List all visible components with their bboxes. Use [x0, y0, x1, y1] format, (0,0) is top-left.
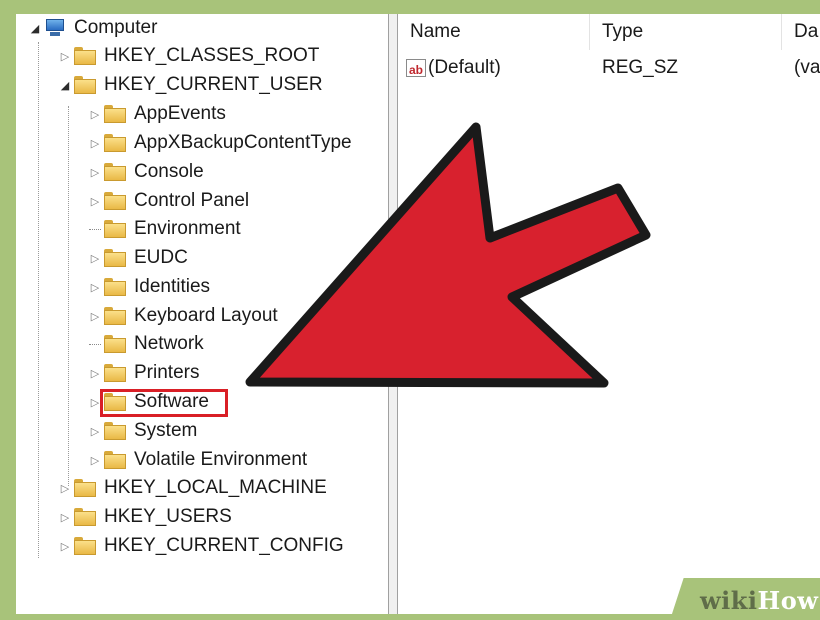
folder-icon — [104, 451, 126, 469]
watermark-wiki: wiki — [700, 586, 758, 615]
folder-icon — [104, 278, 126, 296]
tree-node-hkey-classes-root[interactable]: ▷ HKEY_CLASSES_ROOT — [58, 42, 320, 70]
watermark-how: How — [757, 586, 819, 615]
software-highlight-box — [100, 389, 228, 417]
values-list-pane[interactable]: Name Type Da ab (Default) REG_SZ (va — [398, 14, 820, 614]
folder-icon — [104, 105, 126, 123]
folder-icon — [74, 76, 96, 94]
tree-node-label: Keyboard Layout — [134, 305, 278, 326]
expand-arrow-icon[interactable]: ▷ — [88, 129, 102, 157]
tree-node-label: AppEvents — [134, 103, 226, 124]
pane-splitter[interactable] — [388, 14, 398, 614]
folder-icon — [104, 364, 126, 382]
value-name: (Default) — [428, 57, 501, 78]
expand-arrow-icon[interactable]: ▷ — [58, 532, 72, 560]
expand-arrow-icon[interactable]: ▷ — [88, 359, 102, 387]
value-data: (va — [794, 57, 820, 78]
tree-node-label: Volatile Environment — [134, 449, 308, 470]
collapse-arrow-icon[interactable]: ◢ — [28, 14, 42, 42]
value-data-cell: (va — [794, 54, 820, 82]
folder-icon — [104, 163, 126, 181]
tree-connector — [88, 215, 102, 243]
registry-tree-pane[interactable]: ◢ Computer ▷ HKEY_CLASSES_ROOT ◢ HKEY_CU… — [16, 14, 388, 614]
tree-guide-line — [38, 42, 39, 558]
expand-arrow-icon[interactable]: ▷ — [58, 474, 72, 502]
tree-node-label: System — [134, 420, 198, 441]
tree-node-control-panel[interactable]: ▷ Control Panel — [88, 187, 249, 215]
tree-node-label: HKEY_CURRENT_USER — [104, 74, 323, 95]
tree-node-console[interactable]: ▷ Console — [88, 158, 204, 186]
tree-node-hkey-current-user[interactable]: ◢ HKEY_CURRENT_USER — [58, 71, 323, 99]
column-header-type[interactable]: Type — [590, 14, 782, 50]
expand-arrow-icon[interactable]: ▷ — [88, 244, 102, 272]
tree-node-hkey-users[interactable]: ▷ HKEY_USERS — [58, 503, 232, 531]
expand-arrow-icon[interactable]: ▷ — [58, 42, 72, 70]
column-header-name[interactable]: Name — [398, 14, 590, 50]
tree-node-hkey-local-machine[interactable]: ▷ HKEY_LOCAL_MACHINE — [58, 474, 327, 502]
tree-node-label: Identities — [134, 276, 211, 297]
tree-node-printers[interactable]: ▷ Printers — [88, 359, 200, 387]
folder-icon — [104, 192, 126, 210]
tree-node-label: Console — [134, 161, 204, 182]
value-type: REG_SZ — [602, 57, 679, 78]
tree-node-label: AppXBackupContentType — [134, 132, 352, 153]
wikihow-watermark: wikiHow — [700, 586, 818, 615]
collapse-arrow-icon[interactable]: ◢ — [58, 71, 72, 99]
tree-node-network[interactable]: Network — [88, 330, 204, 358]
tree-node-appxbackupcontenttype[interactable]: ▷ AppXBackupContentType — [88, 129, 352, 157]
folder-icon — [104, 220, 126, 238]
tree-node-label: Network — [134, 333, 204, 354]
tree-node-keyboard-layout[interactable]: ▷ Keyboard Layout — [88, 302, 278, 330]
expand-arrow-icon[interactable]: ▷ — [88, 100, 102, 128]
tree-node-volatile-environment[interactable]: ▷ Volatile Environment — [88, 446, 307, 474]
folder-icon — [104, 307, 126, 325]
string-value-icon: ab — [406, 59, 426, 77]
tree-node-label: EUDC — [134, 247, 188, 268]
expand-arrow-icon[interactable]: ▷ — [88, 446, 102, 474]
tree-node-environment[interactable]: Environment — [88, 215, 241, 243]
tree-guide-line — [68, 106, 69, 486]
tree-node-appevents[interactable]: ▷ AppEvents — [88, 100, 226, 128]
expand-arrow-icon[interactable]: ▷ — [88, 158, 102, 186]
tree-node-label: Environment — [134, 218, 241, 239]
tree-node-system[interactable]: ▷ System — [88, 417, 198, 445]
value-row[interactable]: ab (Default) — [406, 54, 501, 82]
expand-arrow-icon[interactable]: ▷ — [88, 187, 102, 215]
tree-node-label: Computer — [74, 17, 158, 38]
tree-node-computer[interactable]: ◢ Computer — [28, 14, 158, 42]
value-type-cell: REG_SZ — [602, 54, 678, 82]
folder-icon — [74, 47, 96, 65]
folder-icon — [104, 249, 126, 267]
tree-node-eudc[interactable]: ▷ EUDC — [88, 244, 188, 272]
tree-node-label: HKEY_CLASSES_ROOT — [104, 45, 320, 66]
registry-editor-window: ◢ Computer ▷ HKEY_CLASSES_ROOT ◢ HKEY_CU… — [16, 14, 820, 614]
tree-node-label: Printers — [134, 362, 200, 383]
folder-icon — [104, 134, 126, 152]
tree-connector — [88, 330, 102, 358]
tree-node-label: Control Panel — [134, 190, 250, 211]
tree-node-hkey-current-config[interactable]: ▷ HKEY_CURRENT_CONFIG — [58, 532, 344, 560]
tree-node-label: HKEY_USERS — [104, 506, 232, 527]
folder-icon — [74, 508, 96, 526]
computer-icon — [44, 19, 66, 37]
expand-arrow-icon[interactable]: ▷ — [88, 273, 102, 301]
folder-icon — [74, 537, 96, 555]
folder-icon — [74, 479, 96, 497]
tree-node-label: HKEY_LOCAL_MACHINE — [104, 477, 327, 498]
column-header-data[interactable]: Da — [782, 14, 820, 50]
folder-icon — [104, 422, 126, 440]
expand-arrow-icon[interactable]: ▷ — [58, 503, 72, 531]
expand-arrow-icon[interactable]: ▷ — [88, 417, 102, 445]
tree-node-identities[interactable]: ▷ Identities — [88, 273, 210, 301]
expand-arrow-icon[interactable]: ▷ — [88, 302, 102, 330]
folder-icon — [104, 335, 126, 353]
tree-node-label: HKEY_CURRENT_CONFIG — [104, 535, 344, 556]
